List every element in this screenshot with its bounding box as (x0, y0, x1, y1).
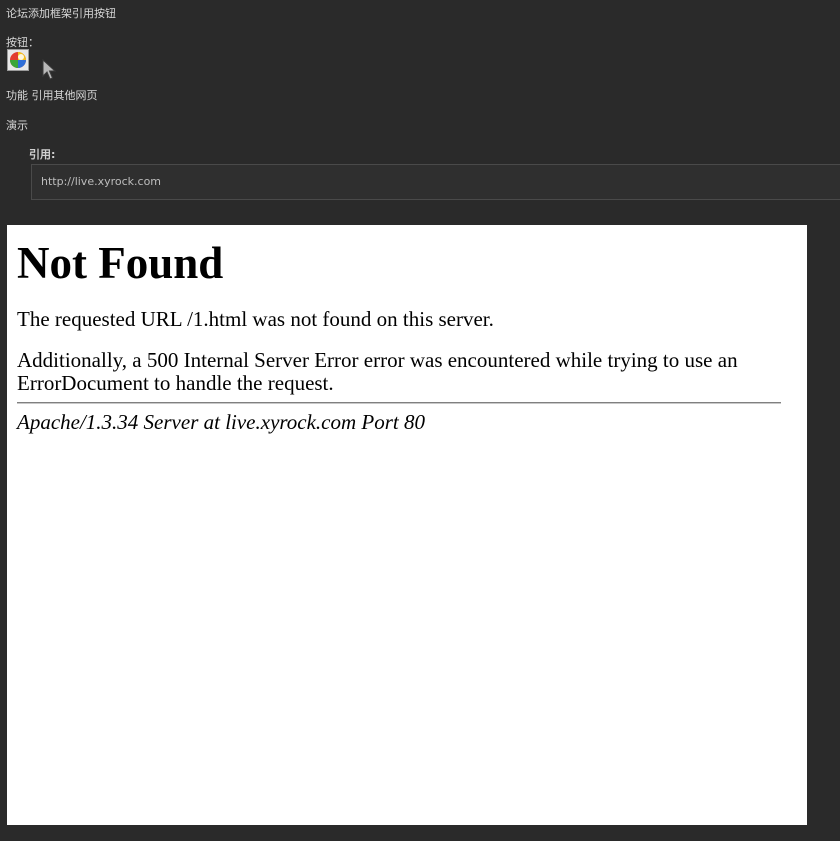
server-signature: Apache/1.3.34 Server at live.xyrock.com … (17, 410, 426, 434)
quote-label: 引用: (29, 148, 56, 161)
demo-label: 演示 (6, 119, 28, 132)
embedded-frame: Not Found The requested URL /1.html was … (7, 225, 807, 825)
error-additional: Additionally, a 500 Internal Server Erro… (17, 348, 738, 396)
error-message: The requested URL /1.html was not found … (17, 307, 494, 331)
divider (17, 402, 781, 404)
error-heading: Not Found (17, 238, 224, 288)
function-description: 引用其他网页 (31, 89, 98, 102)
function-row: 功能 引用其他网页 (6, 87, 98, 103)
quote-url-link[interactable]: http://live.xyrock.com (41, 175, 161, 188)
insert-frame-button[interactable] (7, 49, 29, 71)
function-label: 功能 (6, 89, 28, 102)
mouse-pointer-icon (42, 59, 57, 80)
post-title: 论坛添加框架引用按钮 (6, 7, 116, 20)
quote-box: http://live.xyrock.com (31, 164, 840, 200)
button-label: 按钮： (6, 36, 39, 49)
colorful-frame-icon (10, 52, 26, 68)
